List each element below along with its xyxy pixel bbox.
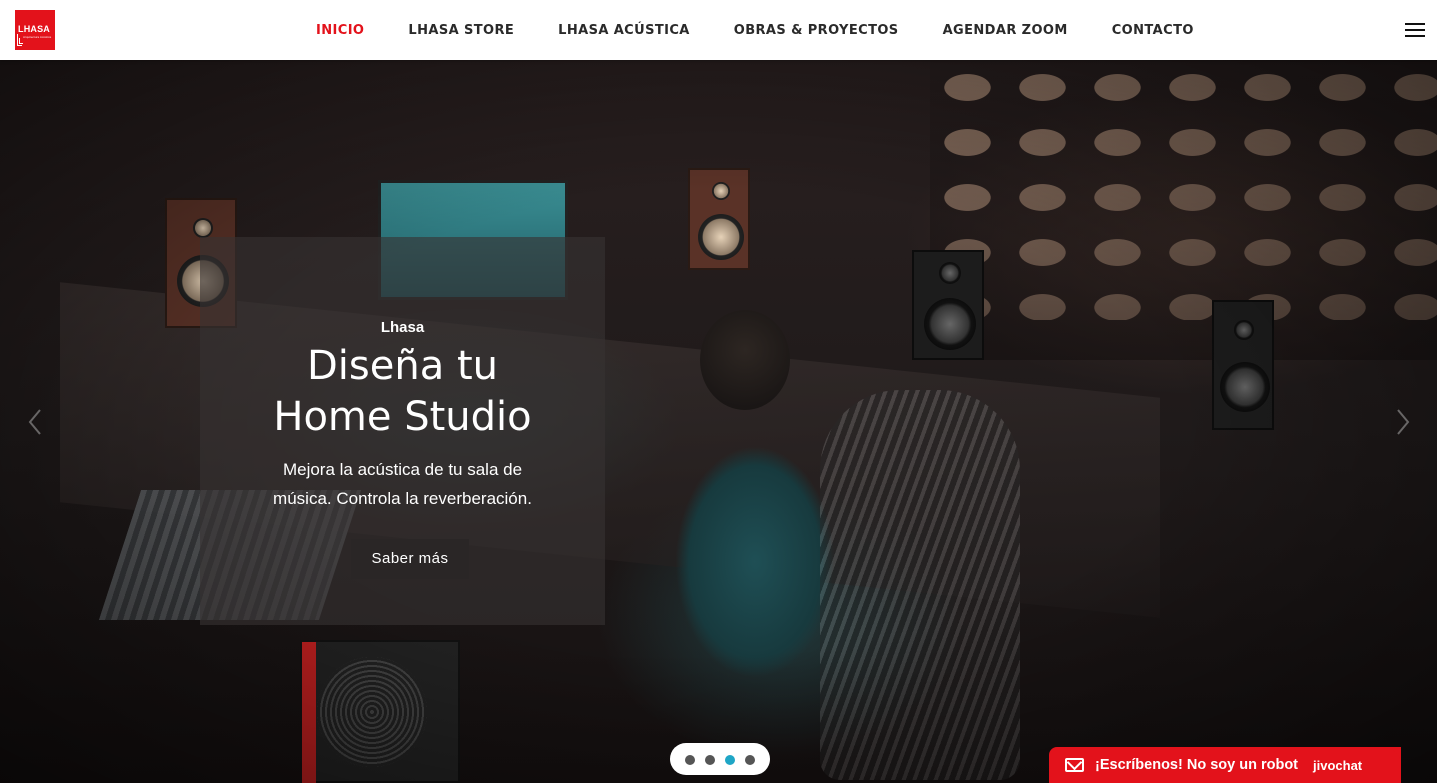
slide-title-line-2: Home Studio [273,394,532,440]
slide-description-line-1: Mejora la acústica de tu sala de [282,460,523,479]
slide-title-line-1: Diseña tu [307,343,498,389]
nav-lhasa-acustica[interactable]: LHASA ACÚSTICA [558,23,690,38]
slider-dot-4[interactable] [745,755,755,765]
jivochat-logo-text: jivochat [1313,758,1363,773]
lhasa-logo[interactable]: LHASA Arquitectura Acústica [15,10,55,50]
site-header: LHASA Arquitectura Acústica INICIO LHASA… [0,0,1437,60]
slider-prev-arrow-icon[interactable] [28,408,42,436]
jivochat-brand: jivochat [1313,747,1401,783]
nav-lhasa-store[interactable]: LHASA STORE [408,23,514,38]
slider-dot-2[interactable] [705,755,715,765]
slide-description: Mejora la acústica de tu sala de música.… [260,455,545,513]
envelope-icon [1065,758,1084,772]
chat-label: ¡Escríbenos! No soy un robot [1095,757,1299,773]
slide-description-line-2: música. Controla la reverberación. [273,489,532,508]
logo-tagline: Arquitectura Acústica [23,35,52,39]
nav-inicio[interactable]: INICIO [316,23,364,38]
slide-caption: Lhasa Diseña tu Home Studio Mejora la ac… [200,237,605,625]
saber-mas-button[interactable]: Saber más [351,539,469,579]
logo-wordmark: LHASA [18,24,50,34]
slide-kicker: Lhasa [380,319,425,336]
hamburger-menu-icon[interactable] [1405,23,1425,38]
nav-agendar-zoom[interactable]: AGENDAR ZOOM [943,23,1068,38]
slide-title: Diseña tu Home Studio [200,341,605,443]
slider-dot-1[interactable] [685,755,695,765]
slider-pagination [670,743,770,775]
main-nav: INICIO LHASA STORE LHASA ACÚSTICA OBRAS … [316,0,1238,60]
nav-obras-proyectos[interactable]: OBRAS & PROYECTOS [734,23,899,38]
slider-dot-3[interactable] [725,755,735,765]
jivochat-widget[interactable]: ¡Escríbenos! No soy un robot jivochat [1049,747,1401,783]
slider-next-arrow-icon[interactable] [1396,408,1410,436]
nav-contacto[interactable]: CONTACTO [1112,23,1194,38]
